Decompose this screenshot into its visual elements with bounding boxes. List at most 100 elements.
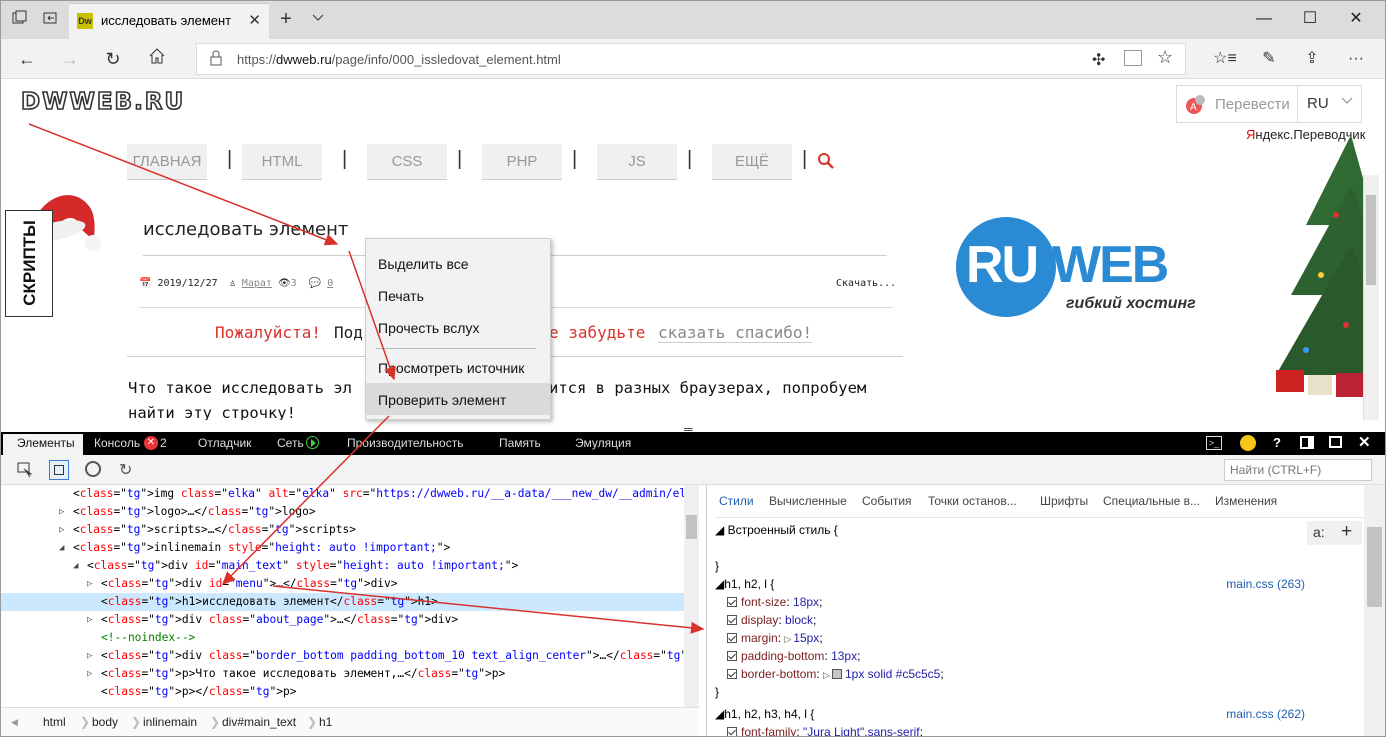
tab-memory[interactable]: Память: [499, 436, 541, 450]
tab-console[interactable]: Консоль: [94, 436, 140, 450]
record-icon[interactable]: [306, 436, 319, 449]
translate-widget[interactable]: A Перевести RU: [1176, 85, 1362, 123]
tab-network[interactable]: Сеть: [277, 436, 304, 450]
undock-icon[interactable]: [1329, 436, 1342, 448]
expand-arrow-icon[interactable]: ▷: [87, 647, 92, 665]
extension-icon[interactable]: ✣: [1092, 50, 1105, 70]
expand-arrow-icon[interactable]: ▷: [59, 503, 64, 521]
dom-node[interactable]: ▷ <class="tg">logo>…</class="tg">logo>: [1, 503, 684, 521]
page-scrollbar[interactable]: [1363, 175, 1379, 420]
ctx-print[interactable]: Печать: [378, 288, 424, 304]
select-element-icon[interactable]: [17, 462, 33, 481]
share-icon[interactable]: ⇪: [1300, 47, 1324, 71]
ctx-select-all[interactable]: Выделить все: [378, 256, 469, 272]
search-icon[interactable]: [817, 152, 835, 173]
style-tab[interactable]: Специальные в...: [1103, 494, 1200, 508]
console-drawer-icon[interactable]: >_: [1206, 436, 1222, 450]
style-tab[interactable]: Шрифты: [1040, 494, 1088, 508]
dom-node[interactable]: <!--noindex-->: [1, 629, 684, 647]
breadcrumb-item[interactable]: div#main_text: [222, 715, 296, 729]
expand-arrow-icon[interactable]: ▷: [87, 575, 92, 593]
tab-emulation[interactable]: Эмуляция: [575, 436, 631, 450]
tab-elements[interactable]: Элементы: [17, 436, 75, 450]
style-tab[interactable]: Изменения: [1215, 494, 1277, 508]
expand-arrow-icon[interactable]: ▷: [87, 665, 92, 683]
property-checkbox[interactable]: [727, 727, 737, 736]
css-property[interactable]: margin: ▷ 15px;: [727, 629, 823, 647]
menu-item-css[interactable]: CSS: [367, 144, 447, 180]
thanks-link[interactable]: сказать спасибо!: [658, 323, 813, 343]
menu-item-html[interactable]: HTML: [242, 144, 322, 180]
web-note-icon[interactable]: ✎: [1257, 47, 1281, 71]
dom-node[interactable]: <class="tg">img class="elka" alt="elka" …: [1, 485, 699, 503]
breadcrumb-item[interactable]: html: [43, 715, 66, 729]
forward-icon[interactable]: →: [58, 47, 82, 71]
styles-scrollbar[interactable]: [1364, 485, 1385, 736]
refresh-dom-icon[interactable]: ↻: [119, 460, 132, 480]
highlight-element-icon[interactable]: [49, 460, 69, 480]
tab-performance[interactable]: Производительность: [347, 436, 463, 450]
scripts-side-button[interactable]: СКРИПТЫ: [5, 210, 53, 317]
back-icon[interactable]: ←: [15, 47, 39, 71]
style-tab[interactable]: Вычисленные: [769, 494, 847, 508]
tab-back-icon[interactable]: [41, 10, 59, 28]
address-bar[interactable]: https://dwweb.ru/page/info/000_issledova…: [196, 43, 1186, 75]
home-icon[interactable]: [145, 47, 169, 71]
menu-item-js[interactable]: JS: [597, 144, 677, 180]
dom-node[interactable]: ▷ <class="tg">div id="menu">…</class="tg"…: [1, 575, 684, 593]
breadcrumb-scroll-left-icon[interactable]: ◀: [11, 717, 18, 728]
find-input[interactable]: Найти (CTRL+F): [1224, 459, 1372, 481]
ctx-view-source[interactable]: Просмотреть источник: [378, 360, 524, 376]
expand-arrow-icon[interactable]: ◢: [73, 557, 78, 575]
close-window-button[interactable]: ✕: [1333, 1, 1379, 37]
close-devtools-icon[interactable]: ✕: [1358, 433, 1371, 451]
property-checkbox[interactable]: [727, 669, 737, 679]
style-tab[interactable]: Точки останов...: [928, 494, 1017, 508]
style-tab[interactable]: Стили: [719, 494, 754, 508]
dom-node[interactable]: ◢ <class="tg">inlinemain style="height: a…: [1, 539, 684, 557]
tab-list-chevron-icon[interactable]: [309, 10, 327, 28]
minimize-button[interactable]: —: [1241, 1, 1287, 37]
post-author[interactable]: Марат: [242, 278, 272, 289]
property-checkbox[interactable]: [727, 651, 737, 661]
ctx-inspect-element[interactable]: Проверить элемент: [378, 392, 506, 408]
tab-active[interactable]: Dw исследовать элемент ✕: [69, 3, 269, 39]
refresh-icon[interactable]: ↻: [101, 47, 125, 71]
property-checkbox[interactable]: [727, 597, 737, 607]
menu-item-home[interactable]: ГЛАВНАЯ: [127, 144, 207, 180]
dom-node[interactable]: ▷ <class="tg">p>Что такое исследовать эле…: [1, 665, 684, 683]
comment-count[interactable]: 0: [327, 278, 333, 289]
css-property[interactable]: font-size: 18px;: [727, 593, 822, 611]
site-logo[interactable]: DWWEB.RU: [20, 88, 185, 116]
color-picker-icon[interactable]: [85, 461, 101, 477]
menu-item-php[interactable]: PHP: [482, 144, 562, 180]
dom-node[interactable]: ▷ <class="tg">div class="about_page">…</c…: [1, 611, 684, 629]
expand-arrow-icon[interactable]: ▷: [87, 611, 92, 629]
tab-debugger[interactable]: Отладчик: [198, 436, 251, 450]
format-icon[interactable]: a:: [1313, 524, 1325, 540]
dock-icon[interactable]: [1300, 436, 1314, 449]
ctx-read-aloud[interactable]: Прочесть вслух: [378, 320, 479, 336]
dom-node[interactable]: ▷ <class="tg">div class="border_bottom pa…: [1, 647, 699, 665]
css-source-link[interactable]: main.css (263): [1226, 575, 1305, 593]
maximize-button[interactable]: ☐: [1287, 1, 1333, 37]
breadcrumb-item[interactable]: inlinemain: [143, 715, 197, 729]
new-tab-icon[interactable]: +: [277, 9, 295, 29]
smiley-feedback-icon[interactable]: [1240, 435, 1256, 451]
dom-node[interactable]: <class="tg">p></class="tg">p>: [1, 683, 684, 701]
download-link[interactable]: Скачать...: [836, 278, 896, 289]
add-rule-icon[interactable]: +: [1341, 521, 1352, 543]
color-swatch[interactable]: [831, 669, 842, 679]
tab-close-icon[interactable]: ✕: [248, 11, 261, 29]
dom-node[interactable]: <class="tg">h1>исследовать элемент</clas…: [1, 593, 684, 611]
property-checkbox[interactable]: [727, 615, 737, 625]
favorites-icon[interactable]: ☆≡: [1213, 47, 1237, 71]
property-checkbox[interactable]: [727, 633, 737, 643]
tab-sets-icon[interactable]: [11, 10, 29, 28]
ruweb-ad-banner[interactable]: RU WEB гибкий хостинг: [956, 217, 1196, 317]
expand-arrow-icon[interactable]: ◢: [59, 539, 64, 557]
menu-item-more[interactable]: ЕЩЁ: [712, 144, 792, 180]
css-source-link[interactable]: main.css (262): [1226, 705, 1305, 723]
dom-node[interactable]: ◢ <class="tg">div id="main_text" style="h…: [1, 557, 684, 575]
css-property[interactable]: padding-bottom: 13px;: [727, 647, 860, 665]
